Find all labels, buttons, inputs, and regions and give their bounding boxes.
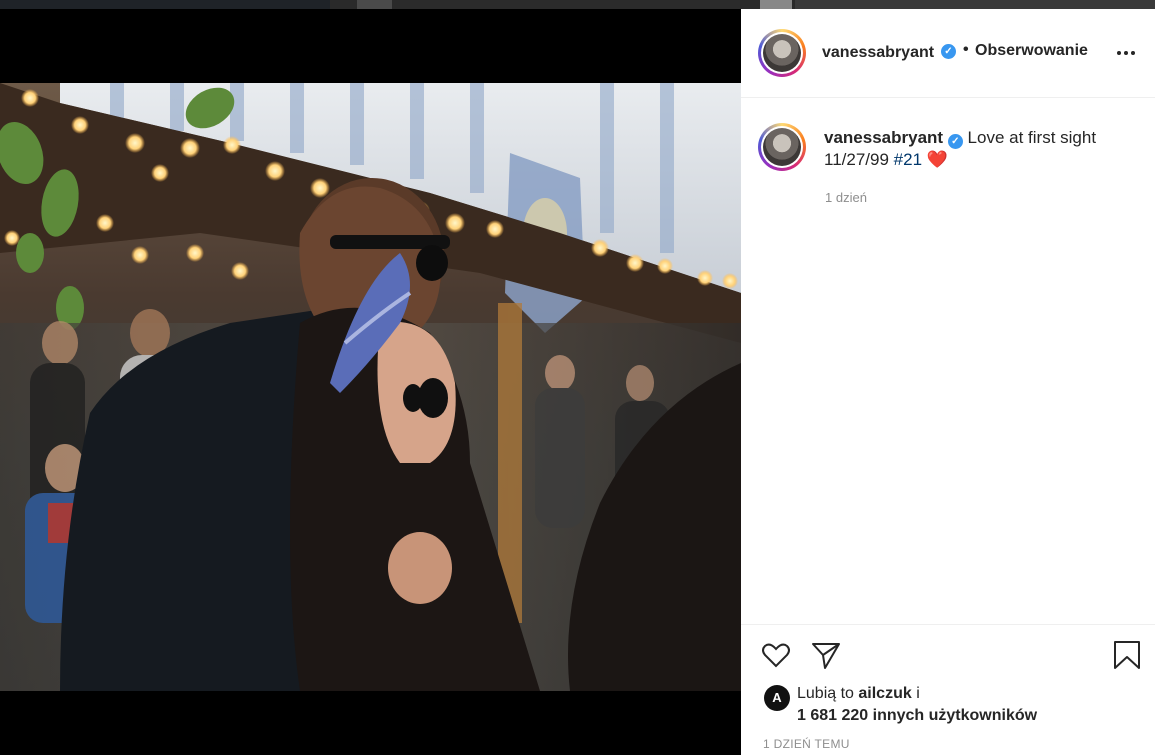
heart-icon[interactable] [760,639,792,671]
send-icon[interactable] [810,639,842,671]
media-pane [0,9,741,755]
post-date[interactable]: 1 DZIEŃ TEMU [763,737,850,751]
more-dots-icon[interactable] [1117,51,1137,57]
header-username[interactable]: vanessabryant [822,44,934,62]
caption-avatar[interactable] [758,123,806,171]
post-caption: vanessabryant ✓ Love at first sight 11/2… [824,127,1124,171]
follow-button[interactable]: Obserwowanie [975,42,1088,60]
liker-avatar[interactable]: A [764,685,790,711]
background-feed-strip [0,0,1155,9]
verified-badge-icon: ✓ [941,44,956,59]
caption-text: Love at first sight [967,128,1097,147]
caption-time-ago[interactable]: 1 dzień [825,190,867,205]
header-separator: • [963,41,969,58]
caption-hashtag[interactable]: #21 [894,150,922,169]
header-avatar[interactable] [758,29,806,77]
caption-username[interactable]: vanessabryant [824,128,943,147]
post-sidebar: vanessabryant ✓ • Obserwowanie vanessabr… [741,9,1155,755]
liker-username[interactable]: ailczuk [858,685,911,702]
likes-suffix: i [916,685,920,702]
likes-summary: Lubią to ailczuk i [797,685,920,703]
likes-count[interactable]: 1 681 220 innych użytkowników [797,707,1037,725]
likes-prefix: Lubią to [797,685,854,702]
verified-badge-icon: ✓ [947,134,963,149]
post-header: vanessabryant ✓ • Obserwowanie [741,9,1155,98]
caption-date: 11/27/99 [824,150,889,169]
post-actions: A Lubią to ailczuk i 1 681 220 innych uż… [741,624,1155,755]
post-photo[interactable] [0,83,741,691]
heart-emoji-icon: ❤️ [926,150,948,169]
bookmark-icon[interactable] [1111,639,1143,671]
